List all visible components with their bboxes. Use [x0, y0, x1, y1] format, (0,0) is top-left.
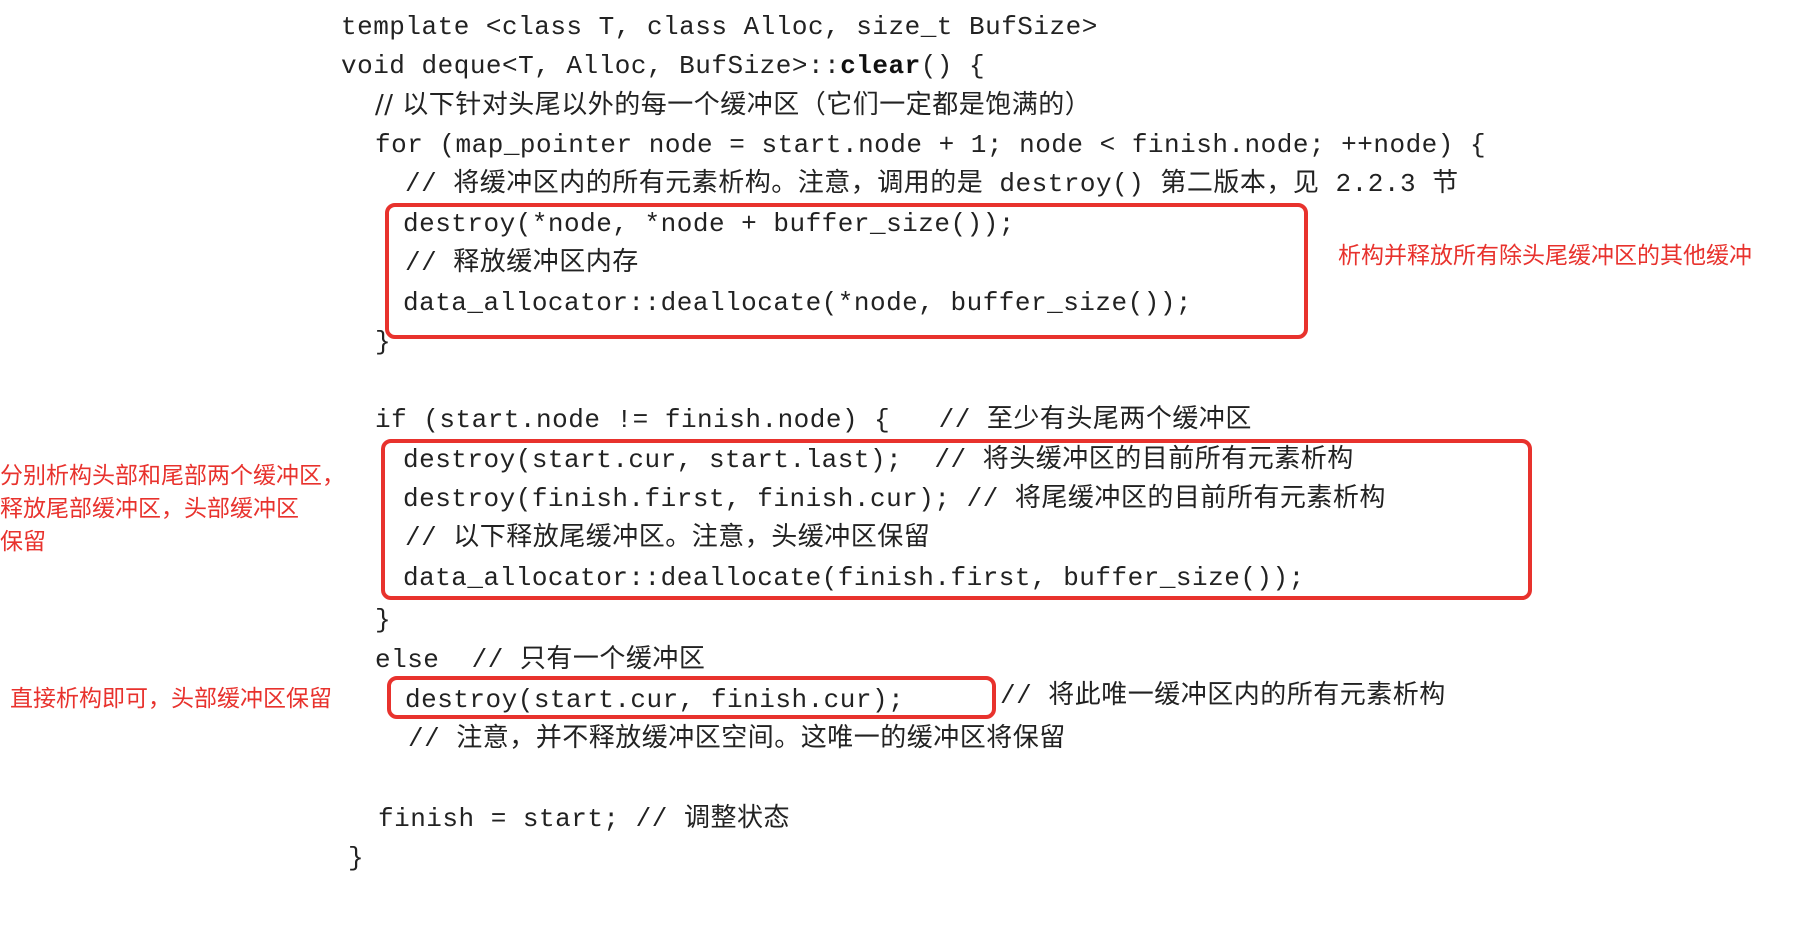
highlight-box-loop-body	[385, 203, 1308, 339]
annotation-loop-body: 析构并释放所有除头尾缓冲区的其他缓冲	[1338, 243, 1752, 269]
annotation-else-body: 直接析构即可，头部缓冲区保留	[10, 686, 332, 712]
annotation-if-body-line-3: 保留	[0, 529, 46, 555]
code-line-comment-destroy: // 将缓冲区内的所有元素析构。注意，调用的是 destroy() 第二版本，见…	[405, 169, 1459, 199]
code-line-close-function: }	[348, 843, 365, 873]
highlight-box-else-body	[387, 676, 996, 719]
code-line-comment-single: // 将此唯一缓冲区内的所有元素析构	[1000, 681, 1446, 711]
annotation-if-body-line-1: 分别析构头部和尾部两个缓冲区，	[0, 463, 345, 489]
signature-prefix: void deque<T, Alloc, BufSize>::	[341, 51, 841, 81]
annotation-if-body: 分别析构头部和尾部两个缓冲区， 释放尾部缓冲区，头部缓冲区 保留	[0, 460, 345, 559]
code-line-comment-note: // 注意，并不释放缓冲区空间。这唯一的缓冲区将保留	[408, 724, 1066, 754]
signature-suffix: () {	[920, 51, 986, 81]
code-line-template: template <class T, class Alloc, size_t B…	[341, 12, 1098, 42]
code-line-else: else // 只有一个缓冲区	[375, 645, 706, 675]
code-line-finish-assign: finish = start; // 调整状态	[378, 804, 790, 834]
annotation-if-body-line-2: 释放尾部缓冲区，头部缓冲区	[0, 496, 299, 522]
code-line-for-loop: for (map_pointer node = start.node + 1; …	[375, 130, 1487, 160]
code-line-close-if: }	[375, 605, 392, 635]
function-name-clear: clear	[840, 51, 921, 81]
code-line-if: if (start.node != finish.node) { // 至少有头…	[375, 405, 1252, 435]
code-line-comment-header: // 以下针对头尾以外的每一个缓冲区（它们一定都是饱满的）	[375, 90, 1092, 120]
code-line-function-signature: void deque<T, Alloc, BufSize>::clear() {	[341, 51, 985, 81]
highlight-box-if-body	[381, 439, 1532, 600]
